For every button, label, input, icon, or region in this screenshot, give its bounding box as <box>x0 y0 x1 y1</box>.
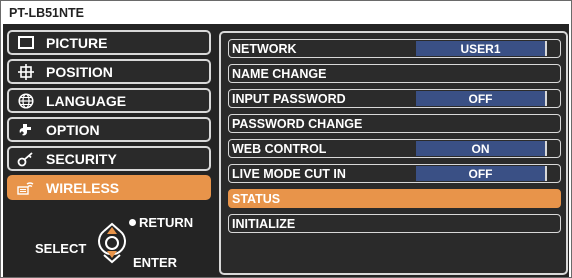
row-web-control[interactable]: WEB CONTROL ON <box>228 139 561 158</box>
option-icon <box>16 122 36 138</box>
menu-body: PICTURE POSITION LANGUAGE OPTION SECURIT… <box>3 24 569 277</box>
enter-label: ENTER <box>133 255 178 270</box>
menu-item-security[interactable]: SECURITY <box>7 146 211 171</box>
menu-item-label: PICTURE <box>46 34 108 51</box>
row-label: NAME CHANGE <box>232 66 327 81</box>
row-label: PASSWORD CHANGE <box>232 116 363 131</box>
row-name-change[interactable]: NAME CHANGE <box>228 64 561 83</box>
menu-item-label: OPTION <box>46 121 100 138</box>
projector-menu-window: PT-LB51NTE PICTURE POSITION LANGUAGE OPT… <box>0 0 572 278</box>
row-value: OFF <box>416 91 547 106</box>
menu-item-label: SECURITY <box>46 150 117 167</box>
navigation-pad-icon <box>98 222 126 264</box>
picture-icon <box>16 35 36 51</box>
select-label: SELECT <box>35 241 87 256</box>
row-status[interactable]: STATUS <box>228 189 561 208</box>
wireless-submenu: NETWORK USER1 NAME CHANGE INPUT PASSWORD… <box>219 31 568 275</box>
language-icon <box>16 92 36 109</box>
row-initialize[interactable]: INITIALIZE <box>228 214 561 233</box>
menu-item-wireless[interactable]: WIRELESS <box>7 175 211 200</box>
row-label: NETWORK <box>232 41 297 56</box>
row-input-password[interactable]: INPUT PASSWORD OFF <box>228 89 561 108</box>
menu-item-label: LANGUAGE <box>46 92 127 109</box>
wireless-icon <box>16 180 36 196</box>
row-value: ON <box>416 141 547 156</box>
menu-item-option[interactable]: OPTION <box>7 117 211 142</box>
row-network[interactable]: NETWORK USER1 <box>228 39 561 58</box>
menu-item-label: WIRELESS <box>46 179 120 196</box>
row-value: USER1 <box>416 41 547 56</box>
position-icon <box>16 63 36 80</box>
menu-item-position[interactable]: POSITION <box>7 59 211 84</box>
row-label: INITIALIZE <box>232 216 296 231</box>
row-label: LIVE MODE CUT IN <box>232 166 346 181</box>
row-label: WEB CONTROL <box>232 141 327 156</box>
window-title: PT-LB51NTE <box>1 1 571 24</box>
return-label: RETURN <box>129 215 193 230</box>
menu-item-picture[interactable]: PICTURE <box>7 30 211 55</box>
navigation-guide: RETURN SELECT ENTER <box>7 199 213 277</box>
row-password-change[interactable]: PASSWORD CHANGE <box>228 114 561 133</box>
menu-item-language[interactable]: LANGUAGE <box>7 88 211 113</box>
security-icon <box>16 151 36 167</box>
row-value: OFF <box>416 166 547 181</box>
row-label: STATUS <box>232 191 281 206</box>
row-label: INPUT PASSWORD <box>232 91 346 106</box>
row-live-mode-cut-in[interactable]: LIVE MODE CUT IN OFF <box>228 164 561 183</box>
menu-item-label: POSITION <box>46 63 113 80</box>
